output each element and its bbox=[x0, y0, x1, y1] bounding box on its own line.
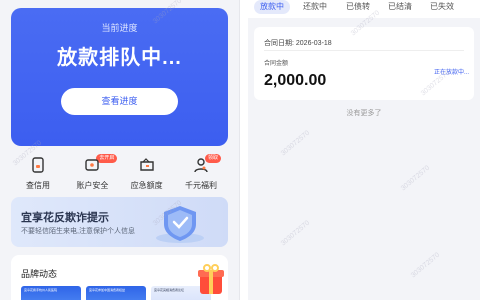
news-card[interactable]: 宜享花参加中国消费者权益 bbox=[86, 286, 146, 300]
banner-subtitle: 不要轻信陌生来电,注意保护个人信息 bbox=[21, 228, 135, 235]
news-card[interactable]: 宜享花携手杭州人民医院 bbox=[21, 286, 81, 300]
loan-card[interactable]: 合同日期: 2026-03-18 合同金额 2,000.00 正在放款中... bbox=[254, 27, 474, 100]
quick-actions: 查信用 去开启 账户安全 应急额度 领取 千元福利 bbox=[11, 150, 228, 194]
tab-expired[interactable]: 已失效 bbox=[430, 0, 454, 14]
brand-news-list: 宜享花携手杭州人民医院 宜享花参加中国消费者权益 宜享花亮相消费者论坛 bbox=[21, 286, 211, 300]
gift-user-icon bbox=[192, 156, 210, 174]
loan-list-panel: 放款中 还款中 已债转 已结清 已失效 合同日期: 2026-03-18 合同金… bbox=[248, 0, 480, 300]
contract-amount-label: 合同金额 bbox=[264, 61, 289, 67]
divider bbox=[264, 50, 464, 51]
quick-item-security[interactable]: 去开启 账户安全 bbox=[65, 150, 119, 194]
no-more-text: 没有更多了 bbox=[346, 110, 382, 117]
loan-progress-card: 当前进度 放款排队中... 查看进度 bbox=[11, 8, 228, 146]
tab-transferred[interactable]: 已债转 bbox=[346, 0, 370, 14]
home-panel: 当前进度 放款排队中... 查看进度 查信用 去开启 账户安全 应急额度 领取 bbox=[0, 0, 240, 300]
contract-date: 合同日期: 2026-03-18 bbox=[264, 40, 332, 47]
tab-settled[interactable]: 已结清 bbox=[388, 0, 412, 14]
progress-label: 当前进度 bbox=[101, 23, 138, 33]
loan-status-tabs: 放款中 还款中 已债转 已结清 已失效 bbox=[248, 0, 480, 18]
account-security-icon bbox=[83, 156, 101, 174]
quick-label: 账户安全 bbox=[76, 181, 109, 190]
contract-amount: 2,000.00 bbox=[264, 72, 327, 89]
loan-status: 正在放款中... bbox=[433, 70, 469, 76]
quick-item-welfare[interactable]: 领取 千元福利 bbox=[174, 150, 228, 194]
credit-report-icon bbox=[29, 156, 47, 174]
watermark: 303072570 bbox=[409, 251, 442, 280]
quick-item-credit[interactable]: 查信用 bbox=[11, 150, 65, 194]
quick-label: 查信用 bbox=[26, 181, 50, 190]
floating-gift-icon[interactable] bbox=[196, 260, 226, 300]
anti-fraud-banner[interactable]: 宜享花反欺诈提示 不要轻信陌生来电,注意保护个人信息 bbox=[11, 197, 228, 247]
watermark: 303072570 bbox=[399, 164, 432, 193]
banner-title: 宜享花反欺诈提示 bbox=[21, 212, 109, 224]
section-title: 品牌动态 bbox=[21, 269, 58, 279]
quick-item-emergency[interactable]: 应急额度 bbox=[120, 150, 174, 194]
watermark: 303072570 bbox=[279, 129, 312, 158]
progress-status: 放款排队中... bbox=[57, 47, 182, 69]
quick-label: 应急额度 bbox=[130, 181, 163, 190]
view-progress-button[interactable]: 查看进度 bbox=[61, 88, 178, 115]
tab-repaying[interactable]: 还款中 bbox=[303, 0, 327, 14]
wallet-icon bbox=[138, 156, 156, 174]
watermark: 303072570 bbox=[279, 219, 312, 248]
shield-icon bbox=[152, 202, 208, 247]
tab-disbursing[interactable]: 放款中 bbox=[254, 0, 290, 14]
quick-label: 千元福利 bbox=[184, 181, 217, 190]
